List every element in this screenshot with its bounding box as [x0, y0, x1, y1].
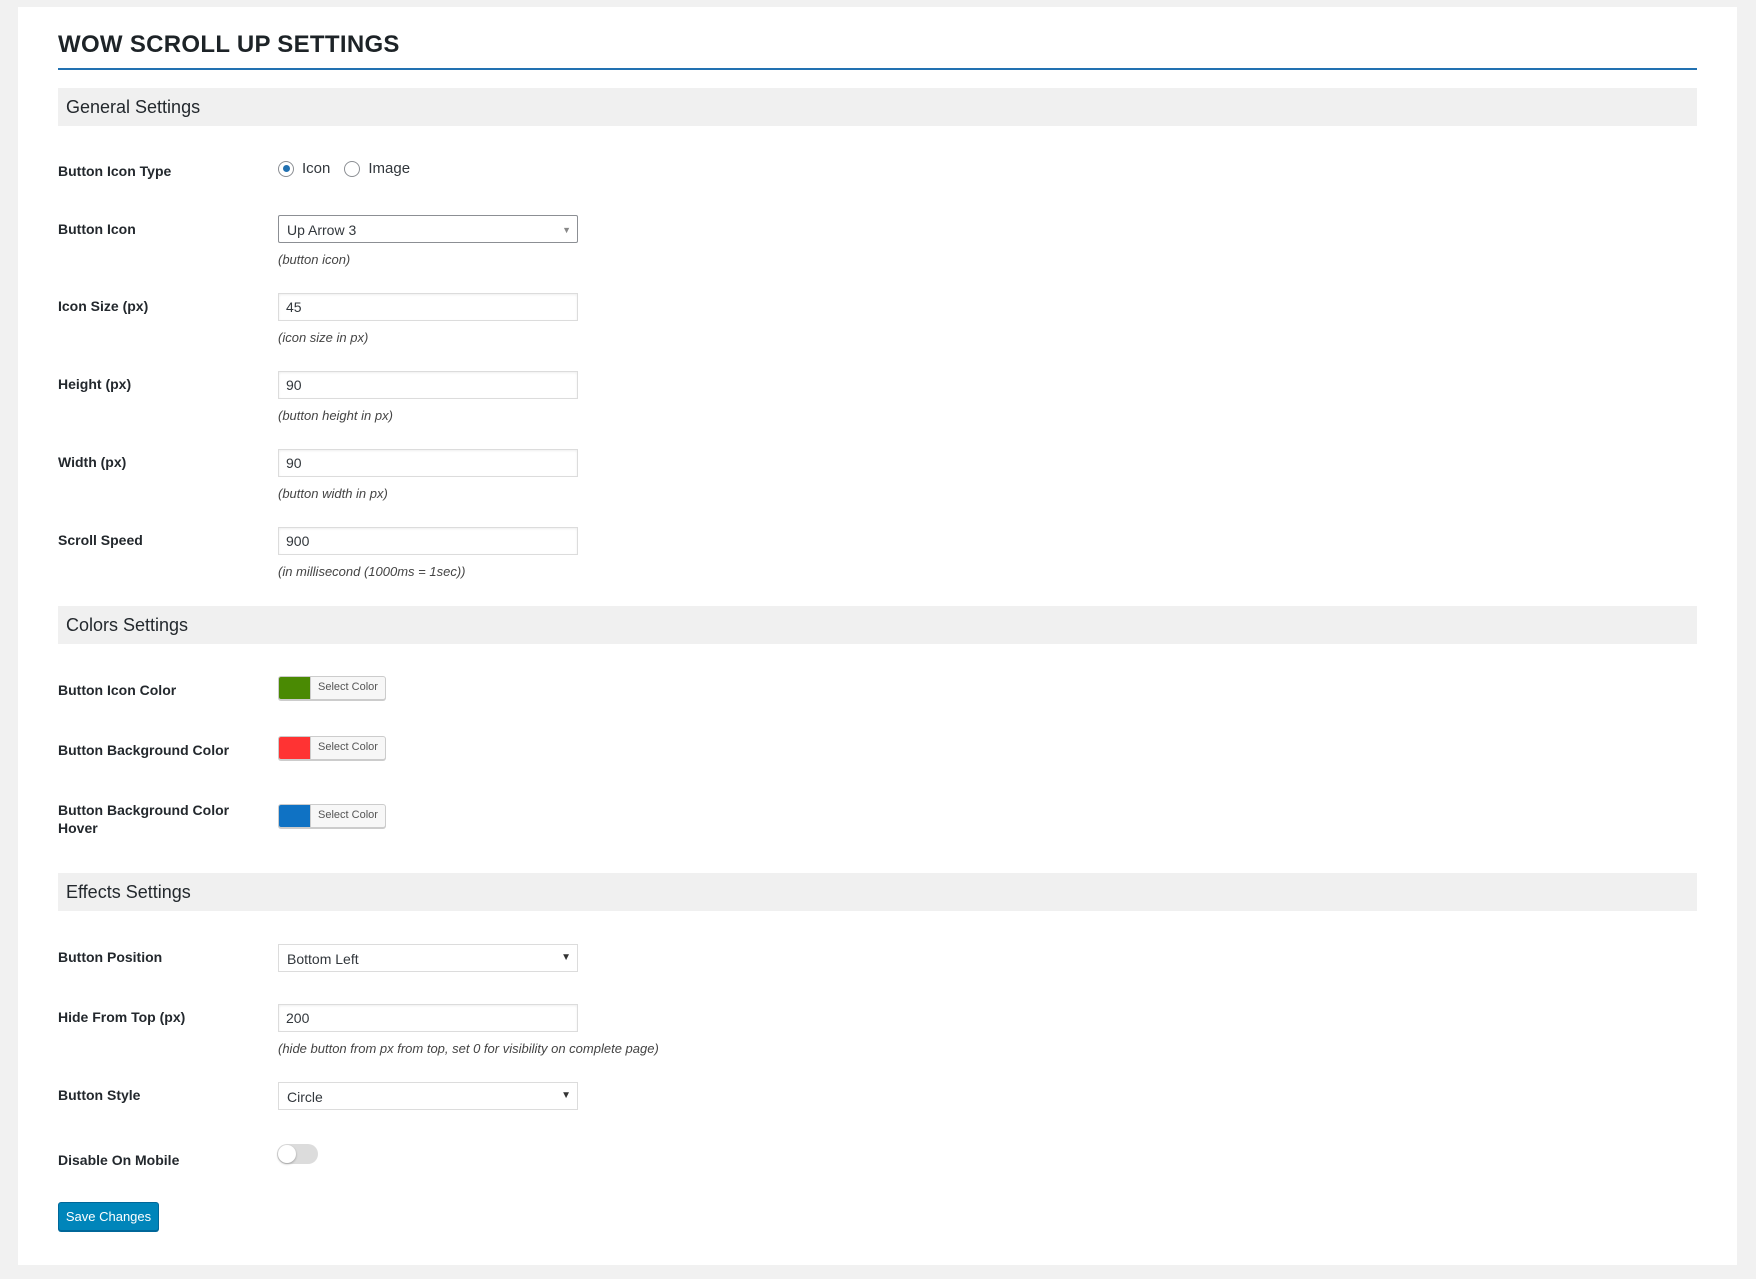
icon-type-option-icon-label[interactable]: Icon	[302, 160, 330, 177]
button-icon-type-radio-group: Icon Image	[278, 160, 424, 177]
select-color-label: Select Color	[310, 805, 385, 827]
button-icon-select-value: Up Arrow 3	[287, 222, 357, 238]
settings-panel: WOW SCROLL UP SETTINGS General Settings …	[18, 7, 1737, 1265]
button-icon-select[interactable]: Up Arrow 3 ▼	[278, 215, 578, 243]
width-input[interactable]	[278, 449, 578, 477]
button-icon-label: Button Icon	[58, 221, 136, 237]
button-icon-color-swatch	[279, 677, 310, 699]
general-settings-title: General Settings	[66, 97, 201, 117]
scroll-speed-hint: (in millisecond (1000ms = 1sec))	[278, 564, 466, 579]
height-hint: (button height in px)	[278, 408, 393, 423]
scroll-speed-label: Scroll Speed	[58, 532, 143, 548]
select-color-label: Select Color	[310, 737, 385, 759]
general-settings-header: General Settings	[58, 88, 1697, 126]
toggle-knob	[278, 1145, 296, 1163]
button-style-select-value: Circle	[287, 1089, 323, 1105]
scroll-speed-input[interactable]	[278, 527, 578, 555]
icon-type-radio-icon[interactable]	[278, 160, 294, 177]
chevron-down-icon: ▼	[562, 225, 571, 235]
title-divider	[58, 68, 1697, 70]
effects-settings-title: Effects Settings	[66, 882, 191, 902]
chevron-down-icon: ▼	[561, 1090, 571, 1101]
button-style-select[interactable]: Circle ▼	[278, 1082, 578, 1110]
icon-size-input[interactable]	[278, 293, 578, 321]
button-background-color-label: Button Background Color	[58, 742, 230, 758]
width-label: Width (px)	[58, 454, 127, 470]
colors-settings-title: Colors Settings	[66, 615, 189, 635]
effects-settings-header: Effects Settings	[58, 873, 1697, 911]
button-background-hover-color-swatch	[279, 805, 310, 827]
chevron-down-icon: ▼	[561, 952, 571, 963]
width-hint: (button width in px)	[278, 486, 388, 501]
button-icon-hint: (button icon)	[278, 252, 351, 267]
button-icon-color-label: Button Icon Color	[58, 682, 177, 698]
height-label: Height (px)	[58, 376, 132, 392]
button-position-select[interactable]: Bottom Left ▼	[278, 944, 578, 972]
button-background-hover-label-line1: Button Background Color	[58, 802, 230, 818]
button-style-label: Button Style	[58, 1087, 141, 1103]
button-background-hover-label-line2: Hover	[58, 820, 98, 836]
button-background-hover-label: Button Background Color Hover	[58, 801, 238, 837]
page-title: WOW SCROLL UP SETTINGS	[58, 31, 400, 58]
button-icon-color-picker[interactable]: Select Color	[278, 676, 386, 700]
select-color-label: Select Color	[310, 677, 385, 699]
hide-from-top-input[interactable]	[278, 1004, 578, 1032]
hide-from-top-label: Hide From Top (px)	[58, 1009, 186, 1025]
button-background-hover-color-picker[interactable]: Select Color	[278, 804, 386, 828]
button-position-select-value: Bottom Left	[287, 951, 359, 967]
button-background-color-swatch	[279, 737, 310, 759]
button-position-label: Button Position	[58, 949, 163, 965]
hide-from-top-hint: (hide button from px from top, set 0 for…	[278, 1041, 659, 1056]
save-changes-button[interactable]: Save Changes	[58, 1202, 159, 1231]
disable-on-mobile-toggle[interactable]	[277, 1144, 318, 1164]
height-input[interactable]	[278, 371, 578, 399]
button-icon-type-label: Button Icon Type	[58, 163, 172, 179]
icon-size-label: Icon Size (px)	[58, 298, 149, 314]
disable-on-mobile-label: Disable On Mobile	[58, 1152, 180, 1168]
colors-settings-header: Colors Settings	[58, 606, 1697, 644]
button-background-color-picker[interactable]: Select Color	[278, 736, 386, 760]
icon-type-radio-image[interactable]	[344, 160, 361, 177]
icon-size-hint: (icon size in px)	[278, 330, 369, 345]
icon-type-option-image-label[interactable]: Image	[368, 160, 410, 177]
